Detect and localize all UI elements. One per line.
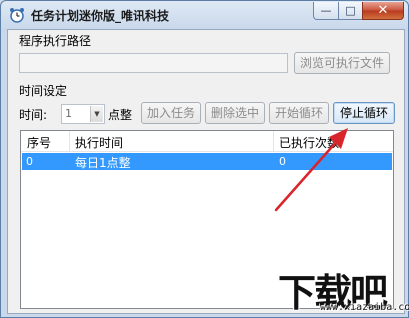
watermark-url: www.xiazaiba.com	[320, 302, 409, 313]
watermark-logo: 下载吧 www.xiazaiba.com	[268, 262, 409, 316]
